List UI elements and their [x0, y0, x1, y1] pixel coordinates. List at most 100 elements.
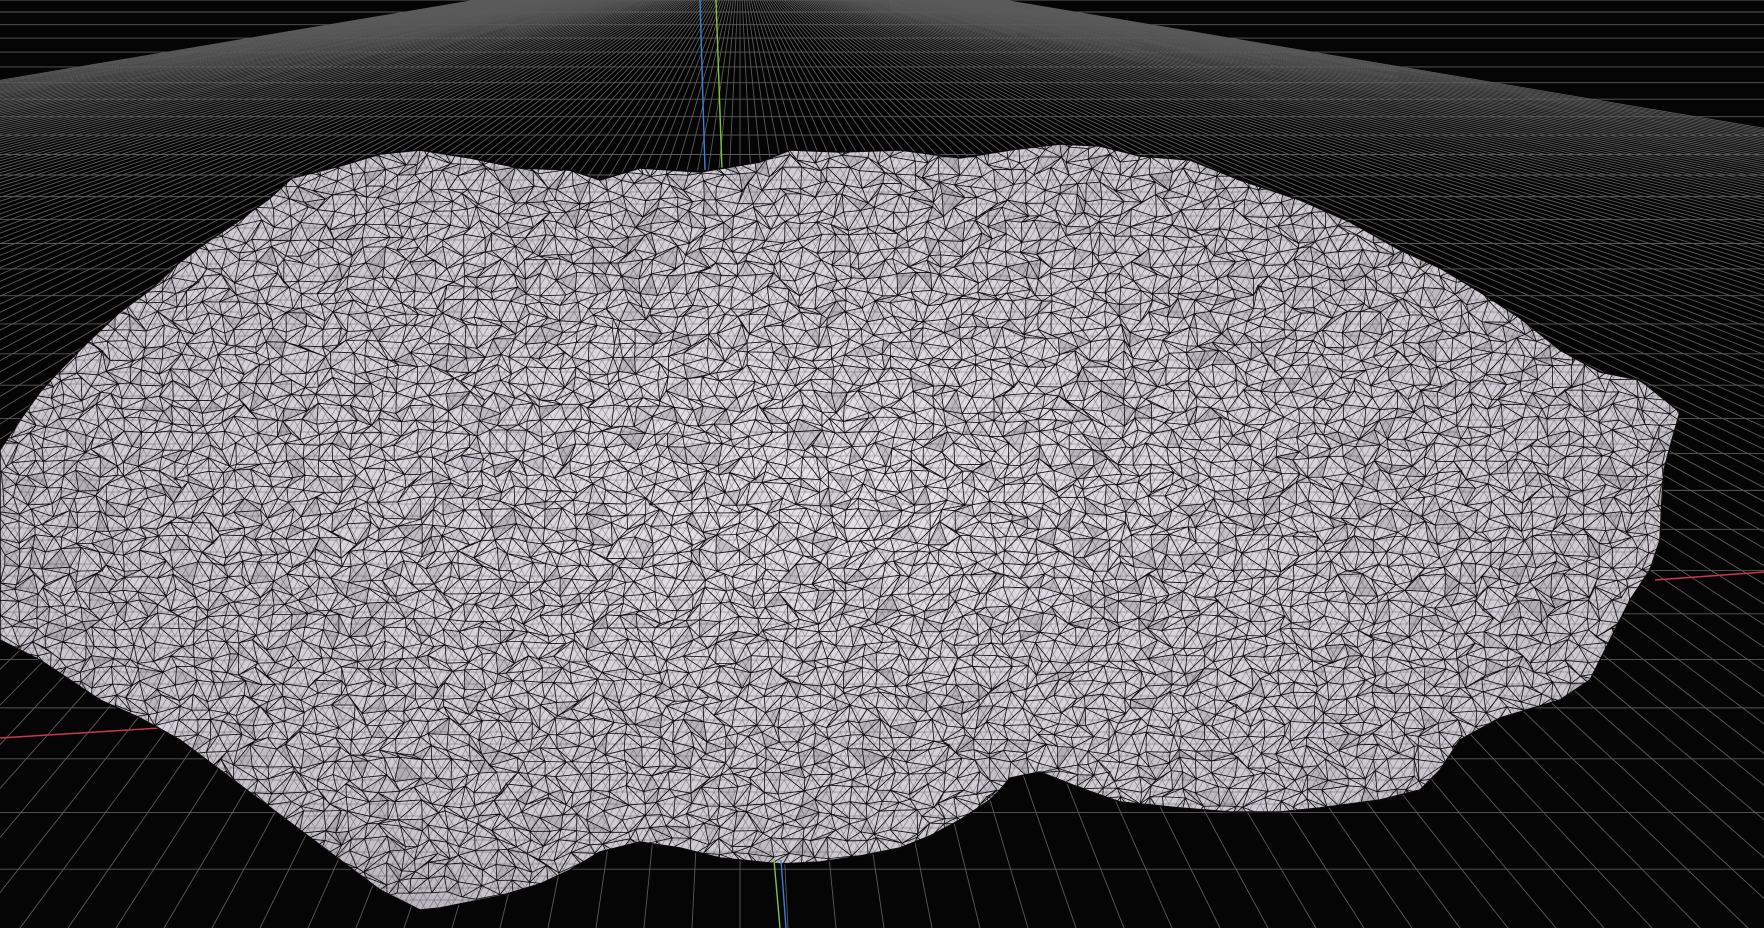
- mesh-face: [731, 149, 754, 161]
- mesh-face: [1726, 858, 1747, 863]
- mesh-face: [1489, 862, 1511, 884]
- mesh-face: [572, 159, 593, 172]
- mesh-face: [127, 128, 150, 144]
- mesh-face: [1578, 799, 1597, 812]
- mesh-face: [1585, 789, 1601, 800]
- mesh-face: [1612, 313, 1639, 325]
- mesh-face: [1741, 782, 1761, 792]
- mesh-face: [1148, 830, 1164, 845]
- mesh-face: [158, 815, 180, 830]
- mesh-face: [170, 864, 186, 884]
- mesh-face: [1011, 790, 1023, 806]
- mesh-face: [1601, 791, 1621, 807]
- mesh-face: [169, 789, 198, 805]
- mesh-face: [1586, 823, 1594, 844]
- mesh-face: [1435, 871, 1459, 885]
- mesh-face: [36, 305, 46, 316]
- mesh-face: [1699, 859, 1712, 872]
- mesh-face: [555, 123, 580, 129]
- mesh-face: [1325, 871, 1343, 886]
- mesh-face: [238, 801, 262, 819]
- terrain-mesh[interactable]: [0, 100, 1764, 928]
- mesh-face: [1756, 531, 1764, 546]
- mesh-face: [1460, 836, 1476, 855]
- mesh-face: [1280, 843, 1300, 860]
- 3d-viewport[interactable]: [0, 0, 1764, 928]
- mesh-face: [46, 866, 70, 881]
- mesh-face: [1404, 825, 1429, 837]
- mesh-face: [868, 868, 881, 884]
- mesh-face: [164, 880, 171, 889]
- mesh-face: [180, 842, 189, 859]
- mesh-face: [494, 145, 517, 160]
- mesh-face: [1598, 846, 1614, 856]
- mesh-face: [5, 723, 22, 742]
- mesh-face: [1625, 789, 1643, 801]
- mesh-face: [3, 338, 14, 360]
- mesh-face: [13, 762, 35, 780]
- mesh-face: [1683, 667, 1695, 685]
- mesh-face: [3, 334, 17, 344]
- mesh-face: [1587, 721, 1598, 736]
- mesh-face: [1700, 780, 1714, 793]
- mesh-face: [1643, 762, 1660, 780]
- mesh-face: [1526, 826, 1539, 841]
- mesh-face: [1073, 863, 1095, 877]
- mesh-face: [1718, 654, 1732, 677]
- mesh-face: [289, 884, 307, 896]
- mesh-face: [323, 879, 338, 892]
- mesh-face: [1474, 765, 1487, 779]
- mesh-face: [43, 301, 70, 316]
- mesh-face: [940, 878, 957, 899]
- mesh-face: [801, 884, 814, 891]
- mesh-face: [1014, 867, 1024, 885]
- mesh-face: [1597, 885, 1622, 897]
- mesh-face: [208, 812, 228, 831]
- mesh-face: [1309, 817, 1328, 832]
- mesh-face: [1741, 858, 1761, 869]
- mesh-face: [1691, 766, 1711, 781]
- mesh-face: [171, 798, 189, 818]
- mesh-face: [861, 144, 881, 150]
- mesh-face: [1151, 820, 1166, 831]
- mesh-face: [1491, 836, 1511, 860]
- mesh-face: [180, 823, 199, 847]
- mesh-face: [78, 789, 100, 800]
- mesh-face: [1486, 764, 1509, 777]
- mesh-face: [1722, 514, 1741, 530]
- mesh-face: [73, 305, 99, 318]
- mesh-face: [1515, 851, 1532, 866]
- mesh-face: [1141, 824, 1154, 845]
- mesh-face: [143, 830, 159, 842]
- mesh-face: [825, 144, 850, 149]
- mesh-face: [74, 850, 101, 867]
- mesh-face: [1342, 836, 1358, 858]
- mesh-face: [1610, 733, 1627, 755]
- mesh-face: [1708, 603, 1729, 622]
- mesh-face: [91, 812, 111, 828]
- mesh-face: [1452, 778, 1475, 787]
- mesh-face: [718, 876, 732, 894]
- mesh-face: [1596, 799, 1614, 811]
- mesh-face: [714, 151, 732, 165]
- mesh-face: [1665, 710, 1677, 726]
- mesh-face: [956, 844, 975, 857]
- mesh-face: [9, 839, 35, 859]
- mesh-face: [30, 670, 51, 687]
- mesh-face: [1729, 619, 1745, 627]
- viewport-canvas[interactable]: [0, 0, 1764, 928]
- mesh-face: [17, 790, 34, 804]
- mesh-face: [1611, 833, 1637, 847]
- mesh-face: [607, 853, 623, 869]
- mesh-face: [60, 774, 79, 790]
- mesh-face: [170, 855, 187, 869]
- mesh-face: [27, 331, 47, 344]
- mesh-face: [1098, 855, 1122, 870]
- mesh-face: [1583, 878, 1603, 890]
- mesh-face: [1547, 790, 1562, 803]
- mesh-face: [1098, 839, 1121, 856]
- mesh-face: [112, 836, 130, 852]
- mesh-face: [145, 750, 160, 759]
- mesh-face: [986, 853, 1006, 871]
- mesh-face: [670, 132, 694, 142]
